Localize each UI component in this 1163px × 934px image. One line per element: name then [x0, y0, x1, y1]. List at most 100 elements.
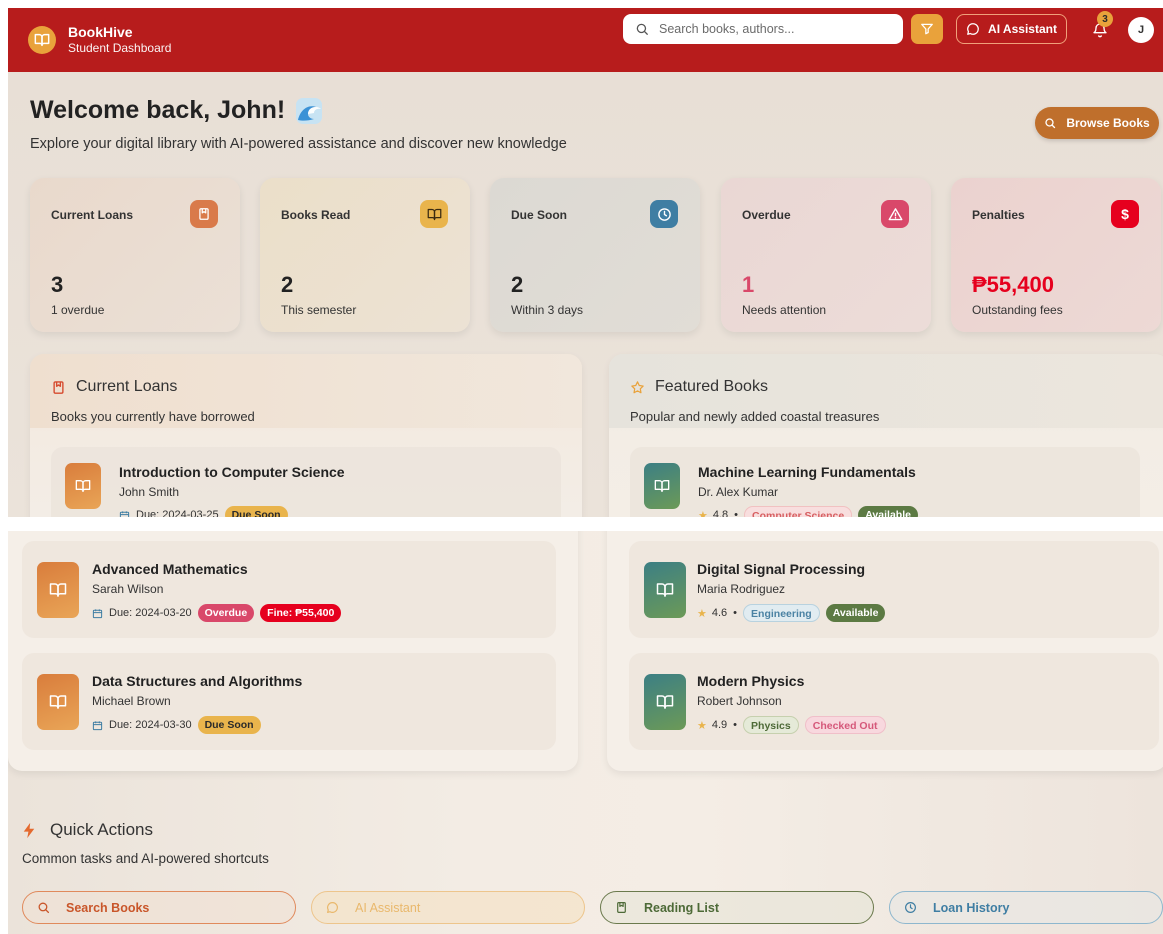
ai-assistant-button[interactable]: AI Assistant — [956, 14, 1067, 44]
calendar-icon — [92, 608, 103, 618]
loan-history-button[interactable]: Loan History — [889, 891, 1163, 924]
loan-due-date: Due: 2024-03-20 — [109, 607, 192, 619]
star-icon: ★ — [697, 719, 707, 732]
book-meta: ★ 4.9 • Physics Checked Out — [697, 716, 886, 734]
welcome-subtitle: Explore your digital library with AI-pow… — [30, 136, 567, 152]
loan-title: Introduction to Computer Science — [119, 464, 345, 480]
fine-badge: Fine: ₱55,400 — [260, 604, 342, 622]
user-avatar[interactable]: J — [1128, 17, 1154, 43]
clock-icon — [905, 902, 916, 913]
stat-note: Needs attention — [742, 303, 827, 317]
brand: BookHive Student Dashboard — [68, 24, 171, 57]
book-cover-icon — [65, 463, 101, 509]
status-badge: Due Soon — [197, 716, 261, 734]
browse-books-label: Browse Books — [1066, 116, 1150, 130]
loan-author: John Smith — [119, 485, 180, 499]
current-loans-panel: Current Loans Books you currently have b… — [30, 354, 582, 517]
book-title: Digital Signal Processing — [697, 561, 866, 577]
book-cover-icon — [644, 562, 686, 618]
featured-books-panel-continued: Digital Signal Processing Maria Rodrigue… — [607, 531, 1163, 771]
dollar-icon: $ — [1111, 200, 1139, 228]
clock-icon — [650, 200, 678, 228]
stat-value: 2 — [511, 272, 524, 297]
availability-badge: Available — [825, 604, 886, 622]
logo-book-icon[interactable] — [28, 26, 56, 54]
featured-books-panel: Featured Books Popular and newly added c… — [609, 354, 1163, 517]
search-books-button[interactable]: Search Books — [22, 891, 296, 924]
stat-label: Penalties — [972, 208, 1025, 222]
stat-note: Within 3 days — [511, 303, 584, 317]
stat-label: Current Loans — [51, 208, 134, 222]
stat-note: Outstanding fees — [972, 303, 1063, 317]
screenshot-divider — [0, 517, 1163, 531]
filter-button[interactable] — [911, 14, 943, 44]
search-placeholder: Search books, authors... — [659, 22, 795, 36]
stat-card-current-loans[interactable]: Current Loans 3 1 overdue — [30, 178, 240, 332]
book-bookmark-icon — [190, 200, 218, 228]
book-rating: 4.8 — [712, 509, 729, 517]
stat-value: 1 — [742, 272, 755, 297]
current-loans-title: Current Loans — [51, 378, 561, 396]
search-icon — [1045, 118, 1056, 129]
chat-icon — [967, 23, 979, 35]
dashboard-main: Welcome back, John! Explore your digital… — [8, 72, 1163, 517]
star-icon — [631, 380, 644, 393]
book-rating: 4.9 — [711, 719, 728, 731]
ai-assistant-label: AI Assistant — [988, 22, 1057, 36]
book-meta: ★ 4.6 • Engineering Available — [697, 604, 886, 622]
featured-book-card[interactable]: Digital Signal Processing Maria Rodrigue… — [629, 541, 1159, 638]
book-author: Robert Johnson — [697, 694, 782, 708]
book-cover-icon — [37, 674, 79, 730]
stat-value: ₱55,400 — [972, 272, 1054, 297]
browse-books-button[interactable]: Browse Books — [1035, 107, 1159, 139]
app-subtitle: Student Dashboard — [68, 41, 172, 56]
loan-author: Michael Brown — [92, 694, 171, 708]
calendar-icon — [92, 720, 103, 730]
stat-card-penalties[interactable]: Penalties $ ₱55,400 Outstanding fees — [951, 178, 1161, 332]
stat-note: 1 overdue — [51, 303, 105, 317]
book-author: Dr. Alex Kumar — [698, 485, 779, 499]
loan-author: Sarah Wilson — [92, 582, 164, 596]
lightning-icon — [23, 822, 35, 838]
wave-icon — [296, 97, 323, 124]
loan-card[interactable]: Data Structures and Algorithms Michael B… — [22, 653, 556, 750]
reading-list-button[interactable]: Reading List — [600, 891, 874, 924]
stat-card-books-read[interactable]: Books Read 2 This semester — [260, 178, 470, 332]
stat-card-due-soon[interactable]: Due Soon 2 Within 3 days — [490, 178, 700, 332]
welcome-heading: Welcome back, John! — [30, 96, 323, 125]
loan-card[interactable]: Introduction to Computer Science John Sm… — [51, 447, 561, 517]
warning-icon — [881, 200, 909, 228]
book-bookmark-icon — [617, 902, 626, 913]
availability-badge: Available — [858, 506, 918, 517]
loan-meta: Due: 2024-03-20 Overdue Fine: ₱55,400 — [92, 604, 342, 622]
loan-due-date: Due: 2024-03-30 — [109, 719, 192, 731]
quick-actions-subtitle: Common tasks and AI-powered shortcuts — [22, 851, 269, 866]
star-icon: ★ — [697, 607, 707, 620]
featured-books-subtitle: Popular and newly added coastal treasure… — [630, 409, 880, 424]
stat-label: Books Read — [281, 208, 351, 222]
loan-due-date: Due: 2024-03-25 — [136, 509, 219, 517]
current-loans-subtitle: Books you currently have borrowed — [51, 409, 255, 424]
category-badge: Computer Science — [744, 506, 853, 517]
book-author: Maria Rodriguez — [697, 582, 786, 596]
book-cover-icon — [37, 562, 79, 618]
search-icon — [38, 902, 50, 914]
notification-badge: 3 — [1097, 11, 1113, 27]
featured-book-card[interactable]: Machine Learning Fundamentals Dr. Alex K… — [630, 447, 1140, 517]
loan-card[interactable]: Advanced Mathematics Sarah Wilson Due: 2… — [22, 541, 556, 638]
chat-icon — [327, 902, 338, 913]
category-badge: Engineering — [743, 604, 820, 622]
stat-card-overdue[interactable]: Overdue 1 Needs attention — [721, 178, 931, 332]
search-input[interactable]: Search books, authors... — [623, 14, 903, 44]
ai-assistant-quick-button[interactable]: AI Assistant — [311, 891, 585, 924]
dashboard-lower: Advanced Mathematics Sarah Wilson Due: 2… — [8, 531, 1163, 934]
status-badge: Overdue — [197, 604, 255, 622]
open-book-icon — [420, 200, 448, 228]
stat-value: 2 — [281, 272, 294, 297]
loan-meta: Due: 2024-03-25 Due Soon — [119, 506, 288, 517]
loan-title: Data Structures and Algorithms — [92, 673, 303, 689]
calendar-icon — [119, 510, 130, 517]
book-title: Modern Physics — [697, 673, 805, 689]
book-title: Machine Learning Fundamentals — [698, 464, 916, 480]
featured-book-card[interactable]: Modern Physics Robert Johnson ★ 4.9 • Ph… — [629, 653, 1159, 750]
